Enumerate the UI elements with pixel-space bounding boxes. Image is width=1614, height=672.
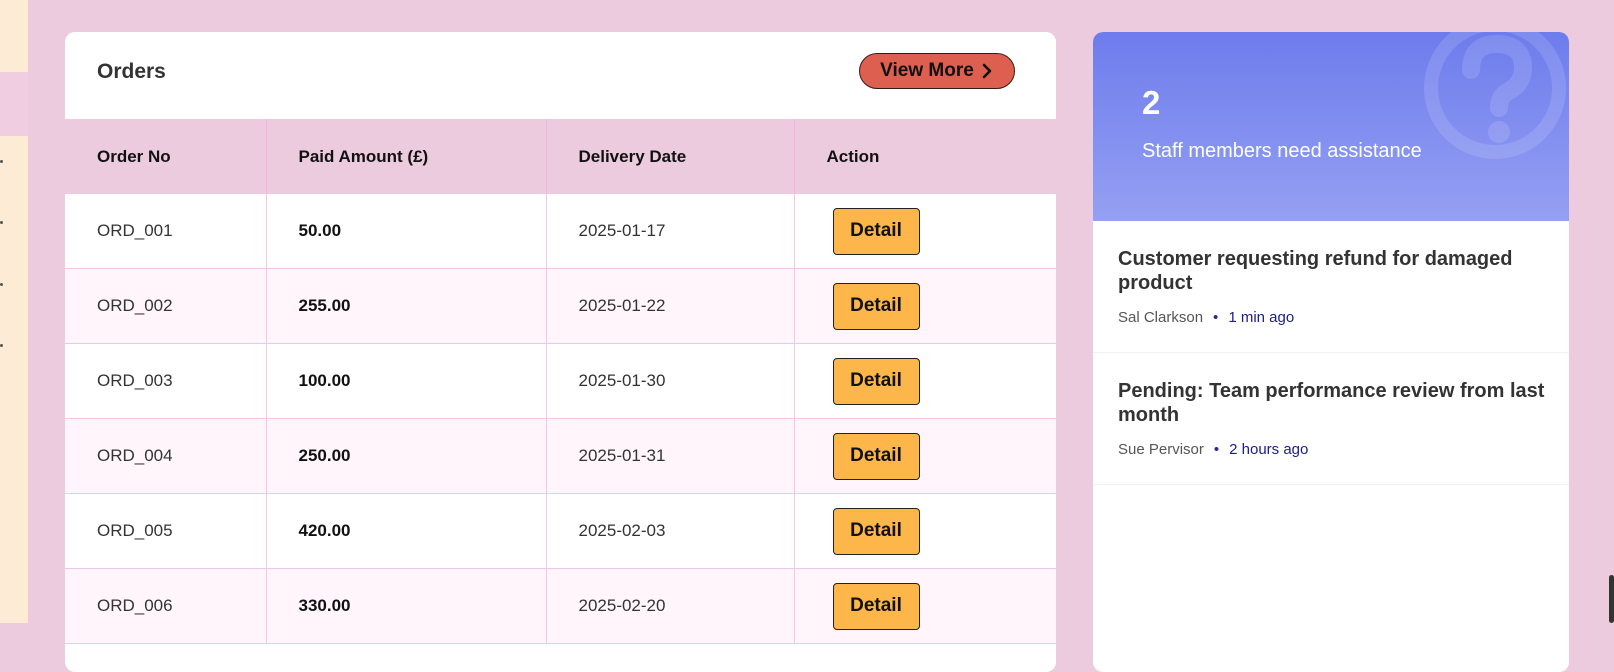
table-row: ORD_001 50.00 2025-01-17 Detail: [65, 194, 1056, 269]
column-header-delivery-date: Delivery Date: [546, 119, 795, 194]
column-header-action: Action: [826, 146, 880, 166]
action-cell: Detail: [794, 493, 1056, 569]
column-header-order-no: Order No: [65, 119, 267, 194]
delivery-date: 2025-01-17: [546, 194, 795, 269]
delivery-date: 2025-01-22: [546, 268, 795, 344]
detail-button[interactable]: Detail: [832, 207, 920, 255]
sidebar-item-marker[interactable]: [0, 221, 3, 224]
table-header-row: Order No Paid Amount (£) Delivery Date A…: [65, 119, 1056, 194]
help-circle-icon: [1424, 32, 1566, 159]
assistance-text: Staff members need assistance: [1142, 140, 1422, 162]
list-item[interactable]: Pending: Team performance review from la…: [1093, 353, 1569, 485]
table-row: ORD_006 330.00 2025-02-20 Detail: [65, 568, 1056, 644]
request-title: Customer requesting refund for damaged p…: [1118, 248, 1513, 294]
order-number: ORD_003: [65, 343, 267, 419]
action-cell: Detail: [794, 568, 1056, 644]
table-row: ORD_003 100.00 2025-01-30 Detail: [65, 343, 1056, 419]
assistance-card: 2 Staff members need assistance Customer…: [1093, 32, 1569, 672]
meta-separator: •: [1213, 441, 1220, 458]
delivery-date: 2025-01-31: [546, 418, 795, 494]
orders-title: Orders: [97, 60, 166, 83]
request-time: 1 min ago: [1228, 309, 1295, 326]
sidebar-item-marker[interactable]: [0, 283, 3, 286]
paid-amount: 420.00: [266, 493, 547, 569]
delivery-date: 2025-02-20: [546, 568, 795, 644]
sidebar-active-item[interactable]: [0, 72, 28, 136]
order-number: ORD_004: [65, 418, 267, 494]
orders-header: Orders View More: [65, 32, 1056, 119]
request-author: Sue Pervisor: [1118, 441, 1204, 458]
table-row: ORD_004 250.00 2025-01-31 Detail: [65, 418, 1056, 494]
action-cell: Detail: [794, 194, 1056, 269]
action-cell: Detail: [794, 343, 1056, 419]
view-more-label: View More: [880, 60, 974, 81]
column-header-paid-amount: Paid Amount (£): [266, 119, 547, 194]
delivery-date: 2025-01-30: [546, 343, 795, 419]
paid-amount: 255.00: [266, 268, 547, 344]
request-author: Sal Clarkson: [1118, 309, 1204, 326]
orders-table: Order No Paid Amount (£) Delivery Date A…: [65, 119, 1056, 644]
action-cell: Detail: [794, 268, 1056, 344]
list-item[interactable]: Customer requesting refund for damaged p…: [1093, 221, 1569, 353]
orders-card: Orders View More Order No Paid Amount (£…: [65, 32, 1056, 672]
action-cell: Detail: [794, 418, 1056, 494]
table-row: ORD_005 420.00 2025-02-03 Detail: [65, 493, 1056, 569]
sidebar: [0, 0, 28, 623]
request-meta: Sue Pervisor • 2 hours ago: [1118, 441, 1545, 458]
delivery-date: 2025-02-03: [546, 493, 795, 569]
paid-amount: 250.00: [266, 418, 547, 494]
request-time: 2 hours ago: [1229, 441, 1309, 458]
assistance-count: 2: [1142, 84, 1161, 121]
detail-button[interactable]: Detail: [832, 432, 920, 480]
sidebar-item-marker[interactable]: [0, 344, 3, 347]
order-number: ORD_002: [65, 268, 267, 344]
order-number: ORD_005: [65, 493, 267, 569]
table-row: ORD_002 255.00 2025-01-22 Detail: [65, 268, 1056, 344]
detail-button[interactable]: Detail: [832, 282, 920, 330]
detail-button[interactable]: Detail: [832, 357, 920, 405]
assistance-banner: 2 Staff members need assistance: [1093, 32, 1569, 221]
detail-button[interactable]: Detail: [832, 582, 920, 630]
chevron-right-icon: [982, 63, 992, 79]
paid-amount: 50.00: [266, 194, 547, 269]
request-title: Pending: Team performance review from la…: [1118, 380, 1545, 426]
detail-button[interactable]: Detail: [832, 507, 920, 555]
paid-amount: 330.00: [266, 568, 547, 644]
request-meta: Sal Clarkson • 1 min ago: [1118, 309, 1545, 326]
order-number: ORD_001: [65, 194, 267, 269]
paid-amount: 100.00: [266, 343, 547, 419]
sidebar-item-marker[interactable]: [0, 160, 3, 163]
meta-separator: •: [1213, 309, 1219, 326]
view-more-button[interactable]: View More: [859, 53, 1015, 89]
order-number: ORD_006: [65, 568, 267, 644]
scrollbar-thumb[interactable]: [1609, 575, 1614, 623]
